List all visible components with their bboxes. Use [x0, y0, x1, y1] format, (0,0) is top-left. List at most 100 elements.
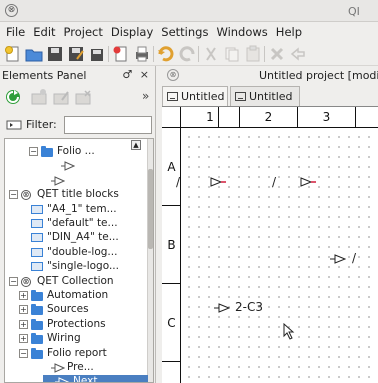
folio-report-arrow-icon[interactable] [300, 177, 316, 187]
tree-item[interactable]: + Automation [5, 289, 148, 303]
tree-item[interactable]: "single-logo... [5, 260, 148, 274]
print-icon[interactable] [133, 45, 151, 63]
folio-report-reference: 2-C3 [235, 300, 263, 314]
redo-icon[interactable] [178, 45, 196, 63]
tree-item[interactable]: + Protections [5, 318, 148, 332]
main-toolbar [0, 42, 378, 66]
save-as-icon[interactable] [67, 45, 85, 63]
folio-report-arrow-icon[interactable] [210, 177, 226, 187]
filter-row: Filter: [4, 116, 154, 134]
menu-settings[interactable]: Settings [157, 25, 212, 39]
folder-icon [31, 348, 43, 359]
row-header-b: B [162, 206, 181, 284]
save-all-icon[interactable] [88, 45, 106, 63]
tab-untitled-2[interactable]: Untitled [230, 86, 300, 106]
tree-item[interactable] [5, 174, 148, 188]
folio-report-icon [55, 377, 69, 382]
collapse-icon[interactable]: − [19, 349, 28, 358]
toolbar-separator [264, 46, 265, 62]
tree-item[interactable]: "double-log... [5, 246, 148, 260]
conductor-slash: / [176, 175, 181, 189]
undo-icon[interactable] [157, 45, 175, 63]
tree-item[interactable]: Next... [43, 375, 148, 382]
expand-icon[interactable]: + [19, 291, 28, 300]
tree-item[interactable]: − ⊗ QET Collection [5, 275, 148, 289]
title-bar: ⊗ QI [0, 0, 378, 22]
menu-project[interactable]: Project [60, 25, 107, 39]
filter-input[interactable] [64, 116, 152, 134]
menu-help[interactable]: Help [272, 25, 306, 39]
toolbar-separator [108, 46, 109, 62]
row-header-c: C [162, 284, 181, 362]
toolbar-separator [198, 46, 199, 62]
tree-item[interactable]: − ⊗ QET title blocks [5, 188, 148, 202]
folder-icon [31, 319, 43, 330]
panel-float-close-buttons[interactable]: ♂ × [122, 68, 151, 81]
tree-item-label: "default" te... [47, 217, 118, 229]
diagram-canvas[interactable]: 1 2 3 A B C / / / 2-C3 [162, 106, 378, 383]
tree-item-label: Folio report [47, 347, 107, 359]
delete-category-icon[interactable] [74, 88, 92, 106]
rotate-icon[interactable] [289, 45, 307, 63]
collapse-icon[interactable]: − [29, 147, 38, 156]
folio-report-arrow-icon[interactable] [330, 254, 346, 264]
tree-item-label: Pre... [67, 361, 94, 373]
folio-report-icon [51, 176, 65, 186]
tree-item[interactable]: Pre... [5, 361, 148, 375]
tree-item[interactable]: "default" te... [5, 217, 148, 231]
panel-title: Elements Panel [2, 69, 87, 82]
scrollbar-thumb[interactable] [148, 169, 153, 249]
panel-titlebar: Elements Panel ♂ × [2, 67, 154, 83]
tree-item[interactable]: + Wiring [5, 332, 148, 346]
menu-windows[interactable]: Windows [212, 25, 271, 39]
edit-category-icon[interactable] [52, 88, 70, 106]
mouse-cursor-icon [283, 323, 295, 340]
folio-report-arrow-icon[interactable] [214, 303, 230, 313]
tree-item[interactable]: + Sources [5, 303, 148, 317]
tree-item[interactable]: − Folio ... [5, 145, 148, 159]
folder-icon [41, 146, 53, 157]
folder-icon [31, 304, 43, 315]
column-header-1: 1 [181, 107, 240, 128]
new-folio-icon[interactable] [112, 45, 130, 63]
tab-untitled-1[interactable]: Untitled [162, 86, 228, 106]
filter-label: Filter: [26, 118, 57, 131]
column-header-3: 3 [298, 107, 356, 128]
expand-icon[interactable]: + [19, 320, 28, 329]
menu-bar: File Edit Project Display Settings Windo… [0, 22, 378, 42]
new-category-icon[interactable] [30, 88, 48, 106]
project-titlebar: ⊗ Untitled project [modifi [157, 66, 378, 84]
tree-item[interactable] [5, 159, 148, 173]
tree-item-label: Sources [47, 303, 89, 315]
project-title: Untitled project [modifi [259, 69, 378, 82]
expand-icon[interactable]: + [19, 334, 28, 343]
expand-icon[interactable]: + [19, 305, 28, 314]
collapse-icon[interactable]: − [9, 190, 18, 199]
qet-collection-icon: ⊗ [21, 277, 31, 287]
column-header-2: 2 [240, 107, 298, 128]
delete-icon[interactable] [268, 45, 286, 63]
collapse-icon[interactable]: − [9, 277, 18, 286]
save-icon[interactable] [46, 45, 64, 63]
cut-icon[interactable] [202, 45, 220, 63]
tree-item[interactable]: − Folio report [5, 347, 148, 361]
open-folder-icon[interactable] [25, 45, 43, 63]
panel-toolbar: » [2, 86, 154, 108]
tree-item[interactable]: "A4_1" tem... [5, 203, 148, 217]
conductor-slash: / [272, 175, 277, 189]
row-header-a: A [162, 128, 181, 206]
tree-item-label: Wiring [47, 332, 81, 344]
toolbar-overflow-icon[interactable]: » [142, 89, 149, 103]
tree-item[interactable]: "DIN_A4" te... [5, 231, 148, 245]
new-project-icon[interactable] [4, 45, 22, 63]
folder-icon [31, 333, 43, 344]
menu-display[interactable]: Display [107, 25, 157, 39]
folio-icon [167, 92, 178, 101]
menu-edit[interactable]: Edit [29, 25, 59, 39]
copy-icon[interactable] [223, 45, 241, 63]
menu-file[interactable]: File [2, 25, 29, 39]
reload-icon[interactable] [4, 88, 22, 106]
paste-icon[interactable] [244, 45, 262, 63]
elements-tree[interactable]: ▲ − Folio ... − ⊗ QET title blocks "A4_1" tem… [4, 138, 154, 383]
elements-panel: Elements Panel ♂ × » Filter: ▲ − Folio ..… [0, 66, 156, 383]
